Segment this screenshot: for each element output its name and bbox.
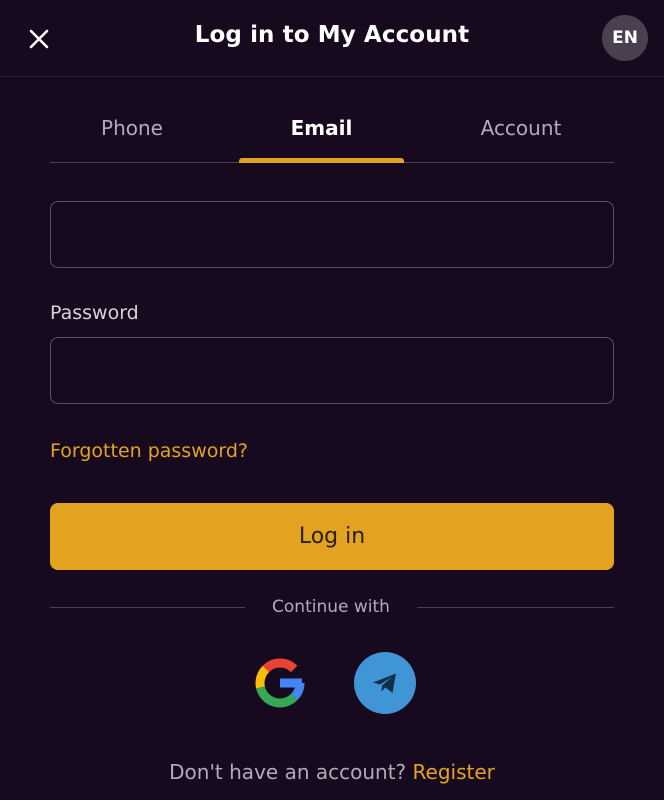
language-button[interactable]: EN [602, 15, 648, 61]
password-label: Password [50, 302, 139, 324]
login-method-tabs: Phone Email Account [50, 100, 614, 163]
login-page: Log in to My Account EN Phone Email Acco… [0, 0, 664, 800]
google-icon [255, 658, 305, 708]
forgot-password-link[interactable]: Forgotten password? [50, 440, 248, 462]
active-tab-indicator [239, 158, 404, 163]
divider-right [417, 607, 614, 608]
tab-account[interactable]: Account [436, 116, 606, 140]
register-prompt: Don't have an account? [169, 760, 413, 784]
divider-left [50, 607, 245, 608]
email-input[interactable] [50, 201, 614, 268]
telegram-login-button[interactable] [354, 652, 416, 714]
telegram-icon [373, 673, 396, 693]
page-title: Log in to My Account [194, 22, 470, 48]
google-login-button[interactable] [249, 652, 311, 714]
continue-with-label: Continue with [272, 597, 390, 617]
login-button[interactable]: Log in [50, 503, 614, 570]
tab-email[interactable]: Email [239, 116, 404, 140]
password-input[interactable] [50, 337, 614, 404]
register-link[interactable]: Register [413, 760, 495, 784]
header: Log in to My Account EN [0, 0, 664, 77]
register-row: Don't have an account? Register [0, 760, 664, 784]
tab-phone[interactable]: Phone [50, 116, 214, 140]
